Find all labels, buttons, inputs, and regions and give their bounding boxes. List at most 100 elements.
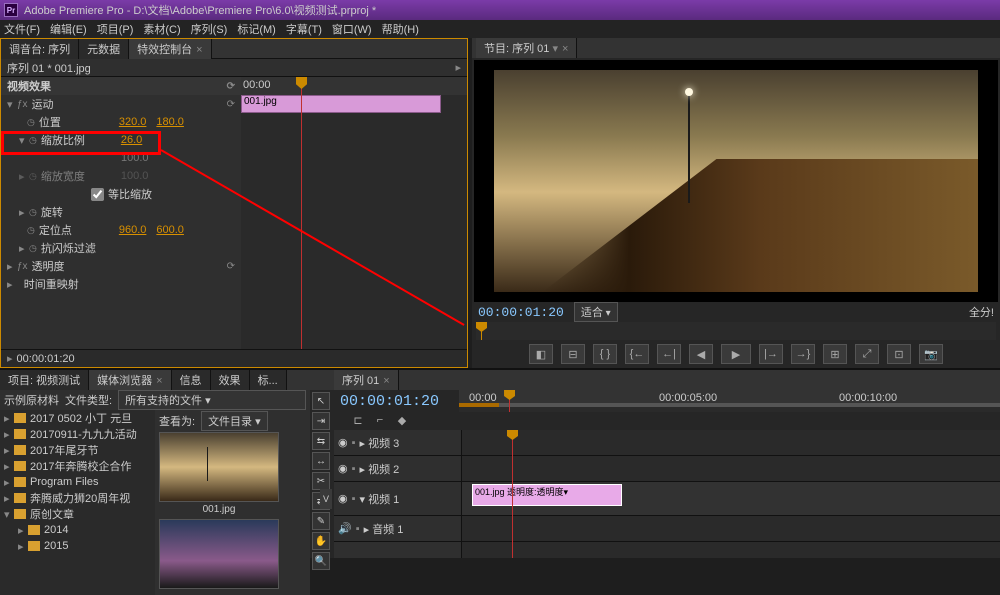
lock-icon[interactable]: ▪ [356,523,360,535]
close-icon[interactable]: × [562,43,568,55]
anchor-x[interactable]: 960.0 [119,224,147,236]
anchor-y[interactable]: 600.0 [156,224,184,236]
program-fit-dropdown[interactable]: 适合 ▾ [574,302,618,322]
menu-marker[interactable]: 标记(M) [237,21,276,37]
timeline-clip[interactable]: 001.jpg 透明度:透明度▾ [472,484,622,506]
ecp-ruler[interactable]: 00:00 [241,77,467,95]
tab-media-browser[interactable]: 媒体浏览器× [89,370,171,390]
tab-audio-mixer[interactable]: 调音台: 序列 [1,39,79,59]
timeline-playhead[interactable] [509,390,510,412]
track-a1[interactable] [462,516,1000,542]
reset-icon[interactable]: ⟳ [227,99,235,110]
program-timecode[interactable]: 00:00:01:20 [478,305,564,320]
program-monitor[interactable] [474,60,998,302]
lock-icon[interactable]: ▪ [352,437,356,449]
track-header-a1[interactable]: 🔊▪ ▸ 音频 1 [334,516,461,542]
program-resolution-dropdown[interactable]: 全分! [969,304,994,320]
tab-program[interactable]: 节目: 序列 01 ▾× [476,38,577,58]
ecp-opacity[interactable]: ▸ ƒx 透明度 ⟳ [1,257,241,275]
tree-item[interactable]: ▸2014 [0,522,155,538]
stopwatch-icon[interactable]: ◷ [27,225,35,236]
close-icon[interactable]: × [196,44,202,56]
twirl-icon[interactable]: ▾ [7,98,17,111]
ecp-timecode[interactable]: 00:00:01:20 [17,353,75,365]
rate-stretch-tool[interactable]: ↔ [312,452,330,470]
menu-window[interactable]: 窗口(W) [332,21,372,37]
track-header-v2[interactable]: ◉▪ ▸ 视频 2 [334,456,461,482]
media-thumbnail[interactable]: 001.jpg [159,432,279,517]
mark-clip-button[interactable]: { } [593,344,617,364]
tree-item[interactable]: ▾原创文章 [0,506,155,522]
marker-icon[interactable]: ◆ [394,412,410,428]
play-button[interactable]: ▶ [721,344,751,364]
track-v2[interactable] [462,456,1000,482]
tab-effect-controls[interactable]: 特效控制台× [129,39,211,59]
tab-effects[interactable]: 效果 [211,370,250,390]
mark-in-button[interactable]: ◧ [529,344,553,364]
twirl-icon[interactable]: ▸ [7,278,17,291]
zoom-tool[interactable]: 🔍 [312,552,330,570]
tree-item[interactable]: ▸20170911-九九九活动 [0,426,155,442]
reset-icon[interactable]: ⟳ [227,81,235,92]
position-x[interactable]: 320.0 [119,116,147,128]
menu-project[interactable]: 项目(P) [97,21,134,37]
track-content-area[interactable]: 001.jpg 透明度:透明度▾ [462,430,1000,558]
menu-clip[interactable]: 素材(C) [143,21,180,37]
program-scrub-bar[interactable] [476,322,996,340]
v-patch-badge[interactable]: V [320,489,332,509]
eye-icon[interactable]: ◉ [338,436,348,449]
tab-metadata[interactable]: 元数据 [79,39,129,59]
track-header-v3[interactable]: ◉▪ ▸ 视频 3 [334,430,461,456]
uniform-scale-checkbox[interactable] [91,188,104,201]
stopwatch-icon[interactable]: ◷ [29,207,37,218]
mark-out-button[interactable]: ⊟ [561,344,585,364]
menu-file[interactable]: 文件(F) [4,21,40,37]
twirl-icon[interactable]: ▸ [19,206,29,219]
ecp-motion[interactable]: ▾ ƒx 运动 ⟳ [1,95,241,113]
work-area-bar[interactable] [459,403,1000,407]
go-to-out-button[interactable]: →} [791,344,815,364]
ecp-playhead[interactable] [301,77,302,349]
tree-item[interactable]: ▸2015 [0,538,155,554]
tree-item[interactable]: ▸2017 0502 小丁 元旦 [0,410,155,426]
linked-selection-icon[interactable]: ⌐ [372,412,388,428]
tab-project[interactable]: 项目: 视频测试 [0,370,89,390]
tab-markers[interactable]: 标... [250,370,287,390]
tab-sequence[interactable]: 序列 01× [334,370,399,390]
ecp-timeline[interactable]: 00:00 001.jpg [241,77,467,349]
speaker-icon[interactable]: 🔊 [338,522,352,535]
track-select-tool[interactable]: ⇥ [312,412,330,430]
safe-margins-button[interactable]: ⊡ [887,344,911,364]
selection-tool[interactable]: ↖ [312,392,330,410]
tree-item[interactable]: ▸Program Files [0,474,155,490]
chevron-icon[interactable]: ▸ [7,352,13,365]
play-backward-button[interactable]: ◀ [689,344,713,364]
razor-tool[interactable]: ✂ [312,472,330,490]
step-forward-button[interactable]: |→ [759,344,783,364]
eye-icon[interactable]: ◉ [338,462,348,475]
hand-tool[interactable]: ✋ [312,532,330,550]
ecp-clip-bar[interactable]: 001.jpg [241,95,441,113]
stopwatch-icon[interactable]: ◷ [27,117,35,128]
stopwatch-icon[interactable]: ◷ [29,243,37,254]
extract-button[interactable]: ⤢ [855,344,879,364]
twirl-icon[interactable]: ▸ [7,260,17,273]
export-frame-button[interactable]: 📷 [919,344,943,364]
tree-item[interactable]: ▸2017年尾牙节 [0,442,155,458]
step-back-button[interactable]: ←| [657,344,681,364]
media-thumbnail[interactable] [159,519,279,589]
position-y[interactable]: 180.0 [156,116,184,128]
view-as-dropdown[interactable]: 文件目录 ▾ [201,411,268,431]
reset-icon[interactable]: ⟳ [227,261,235,272]
menu-title[interactable]: 字幕(T) [286,21,322,37]
menu-help[interactable]: 帮助(H) [382,21,419,37]
twirl-icon[interactable]: ▸ [19,242,29,255]
program-playhead[interactable] [481,322,482,340]
go-to-in-button[interactable]: {← [625,344,649,364]
timeline-playhead[interactable] [512,430,513,558]
tab-info[interactable]: 信息 [172,370,211,390]
ecp-time-remapping[interactable]: ▸ 时间重映射 [1,275,241,293]
close-icon[interactable]: × [156,375,162,387]
snap-icon[interactable]: ⊏ [350,412,366,428]
ecp-menu-icon[interactable]: ▸ [455,61,461,74]
